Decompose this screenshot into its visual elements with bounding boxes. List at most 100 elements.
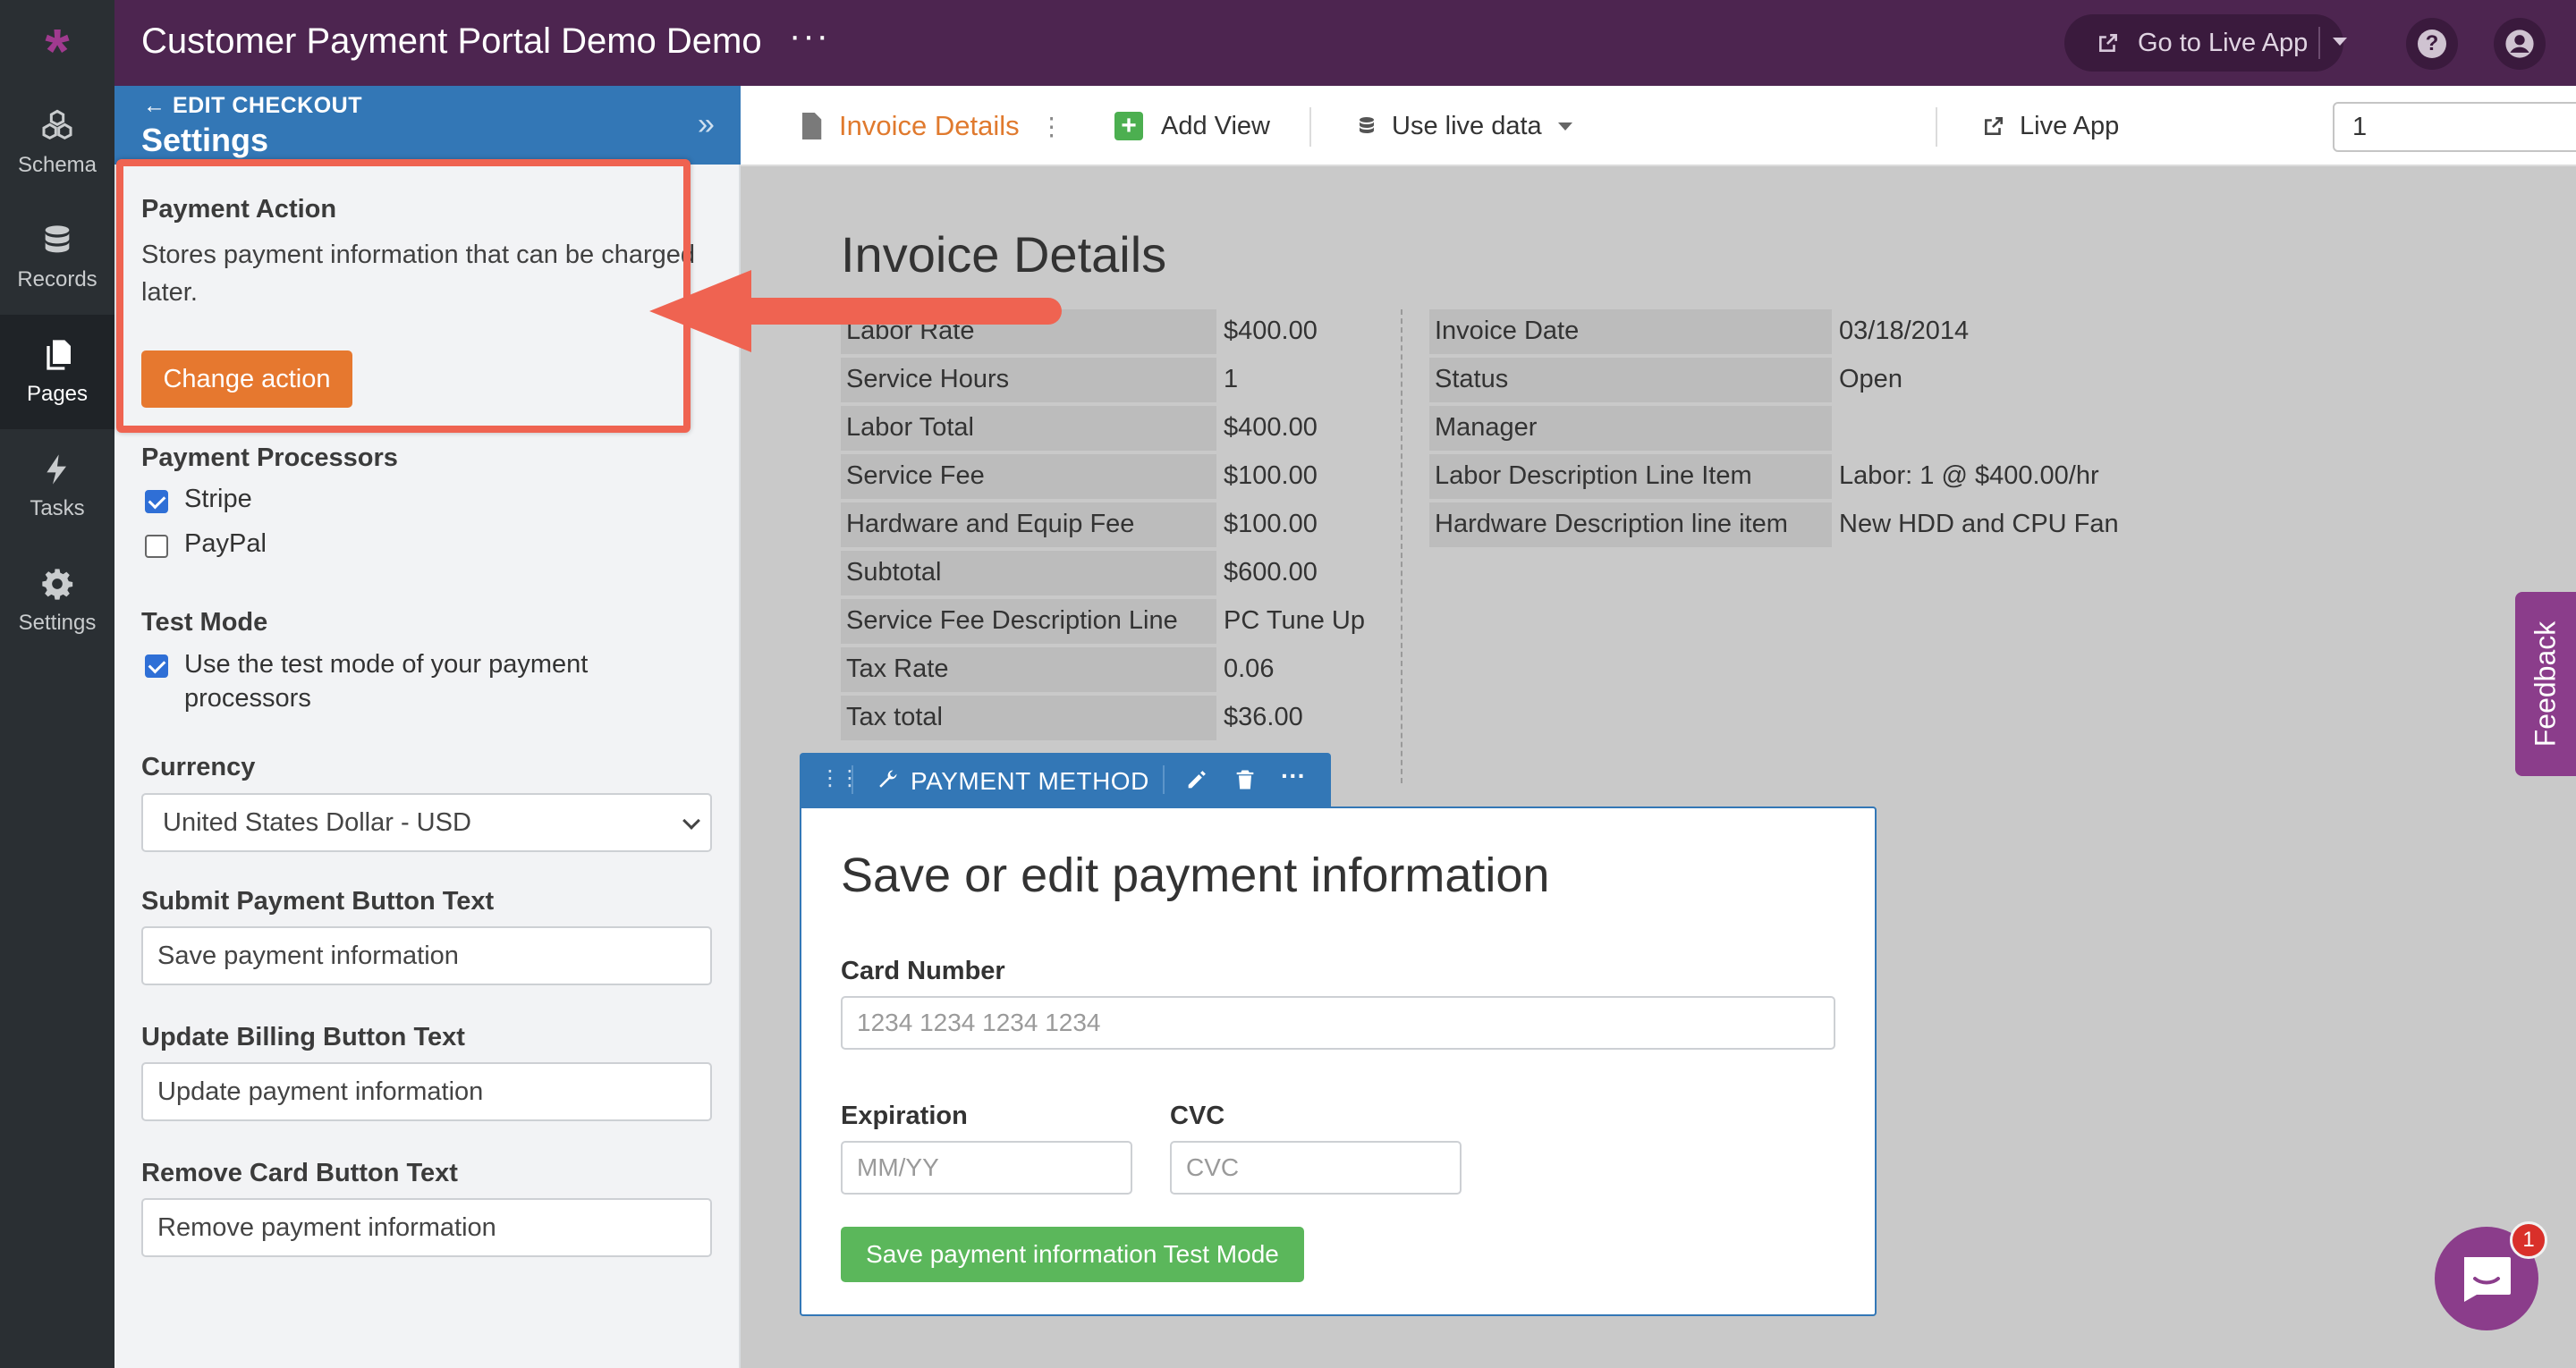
payment-method-view: Save or edit payment information Card Nu… (800, 806, 1877, 1316)
chat-launcher-button[interactable]: 1 (2435, 1221, 2547, 1330)
app-title[interactable]: Customer Payment Portal Demo Demo (141, 21, 762, 62)
record-value: 1 (2352, 112, 2368, 141)
detail-label: Labor Description Line Item (1429, 454, 1832, 499)
pages-icon (47, 340, 71, 370)
currency-selected-value: United States Dollar - USD (163, 807, 471, 837)
help-button[interactable]: ? (2406, 18, 2458, 70)
test-mode-checkbox-row[interactable]: Use the test mode of your payment proces… (145, 649, 646, 715)
toolbar-divider (1163, 765, 1165, 794)
expiration-placeholder: MM/YY (857, 1153, 939, 1181)
stripe-checkbox-row[interactable]: Stripe (145, 485, 252, 514)
detail-value: New HDD and CPU Fan (1839, 510, 2119, 538)
remove-card-text-label: Remove Card Button Text (141, 1159, 458, 1187)
page-options-icon[interactable]: ⋮ (1039, 112, 1064, 141)
expiration-label: Expiration (841, 1102, 968, 1130)
test-mode-checkbox[interactable] (145, 654, 168, 678)
add-view-button[interactable]: + Add View (1114, 86, 1270, 166)
panel-header: ← EDIT CHECKOUT Settings » (114, 86, 741, 165)
detail-label: Hardware and Equip Fee (841, 502, 1216, 547)
submit-button-text-input[interactable] (141, 926, 712, 985)
detail-value: $600.00 (1224, 558, 1318, 587)
page-toolbar: Invoice Details ⋮ + Add View Use live da… (741, 86, 2576, 166)
currency-select[interactable]: United States Dollar - USD (141, 793, 712, 852)
paypal-checkbox-row[interactable]: PayPal (145, 529, 267, 559)
page-tab-invoice-details[interactable]: Invoice Details ⋮ (800, 86, 1064, 166)
detail-value: 0.06 (1224, 654, 1275, 683)
go-to-live-app-button[interactable]: Go to Live App (2064, 14, 2347, 72)
go-to-live-app-label: Go to Live App (2138, 28, 2309, 57)
detail-row: Tax total $36.00 (841, 696, 1449, 740)
annotation-highlight-box (116, 159, 691, 433)
save-payment-button[interactable]: Save payment information Test Mode (841, 1227, 1304, 1282)
payment-processors-label: Payment Processors (141, 443, 398, 472)
paypal-label: PayPal (184, 529, 267, 558)
arrow-left-icon: ← (143, 93, 166, 118)
detail-value: $400.00 (1224, 413, 1318, 442)
detail-label: Manager (1429, 406, 1832, 451)
logo-asterisk-icon: * (45, 16, 70, 86)
app-logo[interactable]: * (0, 0, 114, 86)
cvc-label: CVC (1170, 1102, 1225, 1130)
page-name: Invoice Details (839, 110, 1020, 141)
detail-value: $100.00 (1224, 461, 1318, 490)
help-icon: ? (2418, 30, 2446, 58)
live-app-label: Live App (2020, 111, 2120, 140)
update-billing-text-label: Update Billing Button Text (141, 1023, 465, 1051)
cvc-placeholder: CVC (1186, 1153, 1240, 1181)
detail-row: Hardware and Equip Fee $100.00 (841, 502, 1449, 547)
detail-value: Open (1839, 365, 1902, 393)
external-link-icon (1985, 117, 2003, 135)
payment-method-label[interactable]: PAYMENT METHOD (911, 767, 1149, 796)
detail-row: Labor Total $400.00 (841, 406, 1449, 451)
account-button[interactable] (2494, 18, 2546, 70)
card-number-label: Card Number (841, 957, 1005, 985)
rail-item-settings[interactable]: Settings (0, 544, 114, 658)
card-number-input[interactable]: 1234 1234 1234 1234 (841, 996, 1835, 1050)
annotation-arrow (649, 270, 1062, 352)
more-options-icon[interactable]: ··· (1281, 762, 1306, 790)
detail-label: Hardware Description line item (1429, 502, 1832, 547)
rail-item-schema[interactable]: Schema (0, 86, 114, 200)
remove-card-text-input[interactable] (141, 1198, 712, 1257)
user-avatar-icon (2505, 30, 2534, 58)
test-mode-label: Test Mode (141, 608, 268, 637)
detail-value: 03/18/2014 (1839, 317, 1970, 345)
rail-item-pages[interactable]: Pages (0, 315, 114, 429)
update-billing-text-input[interactable] (141, 1062, 712, 1121)
stripe-checkbox[interactable] (145, 490, 168, 513)
collapse-panel-icon[interactable]: » (698, 107, 715, 142)
pencil-icon[interactable] (1184, 767, 1209, 792)
trash-icon[interactable] (1233, 767, 1258, 792)
feedback-label: Feedback (2529, 621, 2562, 747)
detail-row: Manager (1429, 406, 2207, 451)
app-menu-icon[interactable]: ··· (789, 16, 830, 56)
rail-label: Settings (18, 611, 97, 635)
rail-item-tasks[interactable]: Tasks (0, 429, 114, 544)
expiration-input[interactable]: MM/YY (841, 1141, 1132, 1195)
record-select-input[interactable]: 1 ▲▼ (2333, 102, 2576, 152)
detail-row: Status Open (1429, 358, 2207, 402)
rail-item-records[interactable]: Records (0, 200, 114, 315)
live-app-dropdown-caret-icon[interactable] (2333, 38, 2347, 46)
cvc-input[interactable]: CVC (1170, 1141, 1462, 1195)
add-view-label: Add View (1161, 111, 1270, 140)
schema-icon (42, 109, 72, 140)
feedback-tab[interactable]: Feedback (2515, 592, 2576, 776)
lightning-icon (47, 454, 66, 485)
detail-label: Service Fee (841, 454, 1216, 499)
live-app-link[interactable]: Live App (1982, 86, 2119, 166)
detail-value: PC Tune Up (1224, 606, 1365, 635)
stripe-label: Stripe (184, 485, 252, 513)
detail-label: Labor Total (841, 406, 1216, 451)
use-live-data-label: Use live data (1392, 111, 1542, 140)
toolbar-divider (1309, 107, 1311, 147)
caret-down-icon (1557, 122, 1572, 131)
use-live-data-dropdown[interactable]: Use live data (1356, 86, 1572, 166)
page-icon (802, 113, 822, 139)
toolbar-divider (852, 765, 853, 794)
paypal-checkbox[interactable] (145, 535, 168, 558)
detail-row: Tax Rate 0.06 (841, 647, 1449, 692)
back-to-edit-checkout-link[interactable]: ← EDIT CHECKOUT (143, 93, 362, 119)
submit-button-text-label: Submit Payment Button Text (141, 887, 495, 916)
detail-row: Service Fee $100.00 (841, 454, 1449, 499)
